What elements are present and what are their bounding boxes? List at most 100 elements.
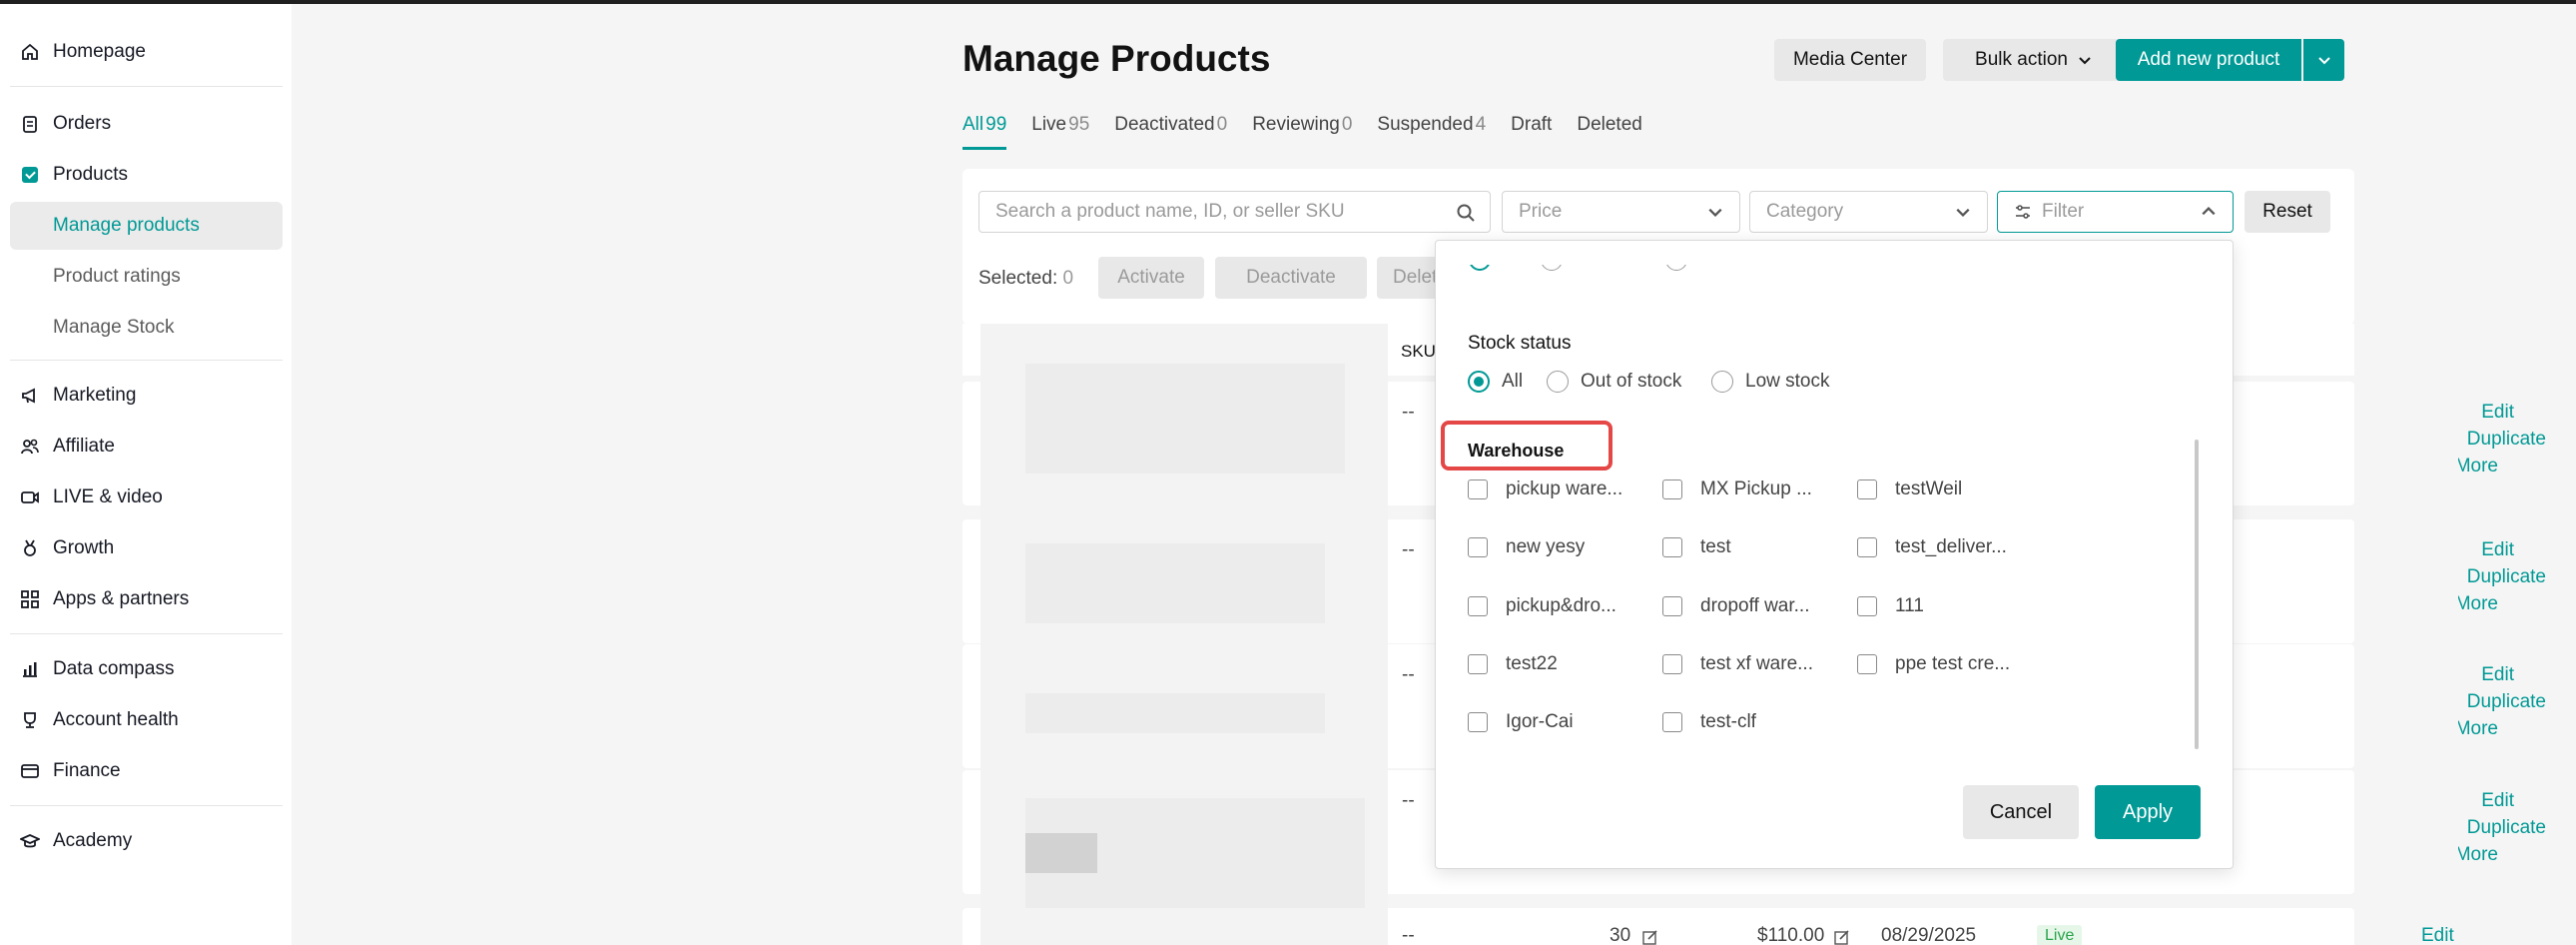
chevron-down-icon [1956, 208, 1970, 218]
radio-hidden-option[interactable] [1541, 265, 1563, 271]
checkbox-box [1468, 537, 1488, 557]
warehouse-checkbox[interactable]: pickup ware... [1468, 478, 1622, 500]
sidebar-divider [10, 633, 283, 634]
warehouse-checkbox[interactable]: ppe test cre... [1857, 653, 2010, 675]
tab-count: 99 [985, 114, 1007, 135]
checkbox-box [1662, 654, 1682, 674]
warehouse-checkbox[interactable]: testWeil [1857, 478, 1962, 500]
duplicate-link[interactable]: Duplicate [2458, 429, 2546, 451]
sidebar-item-apps-partners[interactable]: Apps & partners [10, 575, 283, 623]
sidebar-item-live-video[interactable]: LIVE & video [10, 473, 283, 521]
warehouse-checkbox[interactable]: 111 [1857, 595, 1924, 617]
reset-button[interactable]: Reset [2245, 191, 2330, 233]
warehouse-checkbox[interactable]: test-clf [1662, 711, 1756, 733]
radio-hidden-option[interactable] [1665, 265, 1687, 271]
sidebar-item-finance[interactable]: Finance [10, 747, 283, 795]
warehouse-checkbox[interactable]: new yesy [1468, 536, 1585, 558]
warehouse-checkbox[interactable]: dropoff war... [1662, 595, 1810, 617]
sidebar-item-product-ratings[interactable]: Product ratings [10, 253, 283, 301]
tab-all[interactable]: All 99 [963, 114, 1007, 150]
sidebar-item-manage-products[interactable]: Manage products [10, 202, 283, 250]
sidebar-item-homepage[interactable]: Homepage [10, 28, 283, 76]
warehouse-checkbox[interactable]: MX Pickup ... [1662, 478, 1812, 500]
duplicate-link[interactable]: Duplicate [2458, 691, 2546, 713]
blurred-product-image [1025, 693, 1325, 733]
sidebar-item-account-health[interactable]: Account health [10, 696, 283, 744]
edit-link[interactable]: Edit [2458, 539, 2514, 561]
deactivate-button[interactable]: Deactivate [1215, 257, 1367, 299]
more-link[interactable]: More [2458, 844, 2498, 866]
edit-link[interactable]: Edit [2421, 925, 2454, 945]
media-center-button[interactable]: Media Center [1774, 39, 1926, 81]
sidebar-item-academy[interactable]: Academy [10, 817, 283, 865]
checkbox-label: test-clf [1700, 711, 1756, 732]
tab-deleted[interactable]: Deleted [1577, 114, 1642, 150]
checkbox-box [1662, 479, 1682, 499]
checkbox-box [1857, 596, 1877, 616]
stock-status-out-of-stock-radio[interactable]: Out of stock [1547, 371, 1681, 393]
search-input[interactable]: Search a product name, ID, or seller SKU [978, 191, 1491, 233]
cancel-button[interactable]: Cancel [1963, 785, 2079, 839]
price-select[interactable]: Price [1502, 191, 1740, 233]
more-link[interactable]: More [2458, 593, 2498, 615]
sidebar-item-data-compass[interactable]: Data compass [10, 645, 283, 693]
tab-count: 0 [1341, 114, 1353, 135]
delete-button[interactable]: Delet [1377, 257, 1437, 299]
more-link[interactable]: More [2458, 718, 2498, 740]
sidebar-item-label: Data compass [53, 658, 175, 679]
activate-button[interactable]: Activate [1098, 257, 1204, 299]
category-select[interactable]: Category [1749, 191, 1988, 233]
warehouse-checkbox[interactable]: pickup&dro... [1468, 595, 1616, 617]
checkbox-label: test xf ware... [1700, 653, 1813, 674]
tab-deactivated[interactable]: Deactivated 0 [1114, 114, 1227, 150]
page-title: Manage Products [963, 38, 1271, 79]
checkbox-box [1857, 537, 1877, 557]
tab-reviewing[interactable]: Reviewing 0 [1252, 114, 1352, 150]
more-link[interactable]: More [2458, 456, 2498, 477]
chevron-down-icon [2079, 57, 2091, 65]
trophy-icon [20, 710, 40, 730]
add-product-dropdown-button[interactable] [2303, 39, 2344, 81]
sidebar-item-affiliate[interactable]: Affiliate [10, 423, 283, 471]
panel-scrollbar[interactable] [2195, 440, 2199, 749]
tab-live[interactable]: Live 95 [1031, 114, 1089, 150]
add-new-product-button[interactable]: Add new product [2116, 39, 2301, 81]
duplicate-link[interactable]: Duplicate [2458, 817, 2546, 839]
sku-cell: -- [1402, 925, 1415, 945]
radio-hidden-option[interactable] [1469, 265, 1503, 271]
edit-pencil-icon[interactable] [1834, 929, 1850, 945]
checkbox-box [1468, 712, 1488, 732]
checkbox-label: dropoff war... [1700, 595, 1810, 616]
edit-link[interactable]: Edit [2458, 790, 2514, 812]
category-placeholder: Category [1766, 201, 1844, 222]
edit-link[interactable]: Edit [2458, 402, 2514, 424]
edit-link[interactable]: Edit [2458, 664, 2514, 686]
duplicate-link[interactable]: Duplicate [2458, 566, 2546, 588]
sidebar-item-products[interactable]: Products [10, 151, 283, 199]
tab-draft[interactable]: Draft [1511, 114, 1552, 150]
edit-pencil-icon[interactable] [1642, 929, 1658, 945]
stock-cell: 30 [1610, 925, 1631, 945]
price-placeholder: Price [1519, 201, 1563, 222]
filter-select[interactable]: Filter [1997, 191, 2234, 233]
sidebar-item-growth[interactable]: Growth [10, 524, 283, 572]
warehouse-checkbox[interactable]: test22 [1468, 653, 1558, 675]
checkbox-box [1662, 596, 1682, 616]
warehouse-checkbox[interactable]: Igor-Cai [1468, 711, 1574, 733]
warehouse-checkbox[interactable]: test [1662, 536, 1731, 558]
stock-status-label: Stock status [1468, 333, 1572, 354]
tab-label: Live [1031, 114, 1067, 135]
tab-suspended[interactable]: Suspended 4 [1377, 114, 1486, 150]
sidebar-item-manage-stock[interactable]: Manage Stock [10, 304, 283, 352]
apply-button[interactable]: Apply [2095, 785, 2201, 839]
stock-status-low-stock-radio[interactable]: Low stock [1711, 371, 1829, 393]
checkbox-label: 111 [1895, 595, 1924, 616]
tab-label: Deleted [1577, 114, 1642, 135]
bulk-action-button[interactable]: Bulk action [1943, 39, 2124, 81]
sidebar-item-orders[interactable]: Orders [10, 100, 283, 148]
stock-status-all-radio[interactable]: All [1468, 371, 1523, 393]
warehouse-checkbox[interactable]: test_deliver... [1857, 536, 2007, 558]
warehouse-checkbox[interactable]: test xf ware... [1662, 653, 1813, 675]
sidebar-item-marketing[interactable]: Marketing [10, 372, 283, 420]
sidebar: Homepage Orders Products Manage products… [0, 4, 292, 945]
